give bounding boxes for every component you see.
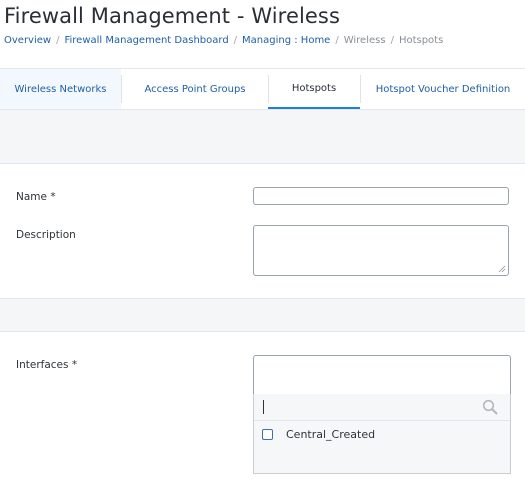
- tab-access-point-groups[interactable]: Access Point Groups: [122, 69, 268, 109]
- description-textarea[interactable]: [253, 225, 509, 276]
- section-band: [0, 110, 525, 164]
- interfaces-label: Interfaces *: [16, 359, 78, 371]
- interfaces-option-central-created[interactable]: Central_Created: [262, 426, 375, 442]
- search-icon: [482, 399, 498, 415]
- breadcrumb-separator: /: [56, 35, 60, 46]
- breadcrumb-separator: /: [233, 35, 238, 46]
- breadcrumb-wireless: Wireless: [343, 35, 386, 46]
- interfaces-search-field[interactable]: [254, 394, 510, 421]
- breadcrumb: Overview / Firewall Management Dashboard / M…: [4, 35, 443, 46]
- name-label: Name *: [16, 191, 56, 203]
- option-checkbox[interactable]: [262, 428, 273, 440]
- breadcrumb-firewall-dashboard[interactable]: Firewall Management Dashboard: [64, 35, 228, 46]
- name-input[interactable]: [253, 187, 509, 205]
- breadcrumb-overview[interactable]: Overview: [4, 35, 51, 46]
- option-label: Central_Created: [286, 427, 376, 441]
- tab-hotspots[interactable]: Hotspots: [268, 69, 360, 109]
- resize-grip-icon[interactable]: [498, 265, 506, 273]
- interfaces-dropdown: Central_Created: [253, 394, 511, 474]
- breadcrumb-separator: /: [335, 35, 339, 46]
- section-band: [0, 298, 525, 332]
- tab-wireless-networks[interactable]: Wireless Networks: [0, 69, 121, 109]
- tab-bar: Wireless Networks Access Point Groups Ho…: [0, 68, 525, 110]
- breadcrumb-hotspots: Hotspots: [398, 35, 444, 46]
- breadcrumb-separator: /: [390, 35, 394, 46]
- breadcrumb-managing-home[interactable]: Managing : Home: [242, 35, 330, 46]
- interfaces-multiselect[interactable]: [253, 355, 511, 395]
- description-label: Description: [16, 229, 76, 241]
- page-title: Firewall Management - Wireless: [4, 4, 340, 28]
- text-caret: [263, 400, 264, 414]
- tab-hotspot-voucher-definition[interactable]: Hotspot Voucher Definition: [361, 69, 525, 109]
